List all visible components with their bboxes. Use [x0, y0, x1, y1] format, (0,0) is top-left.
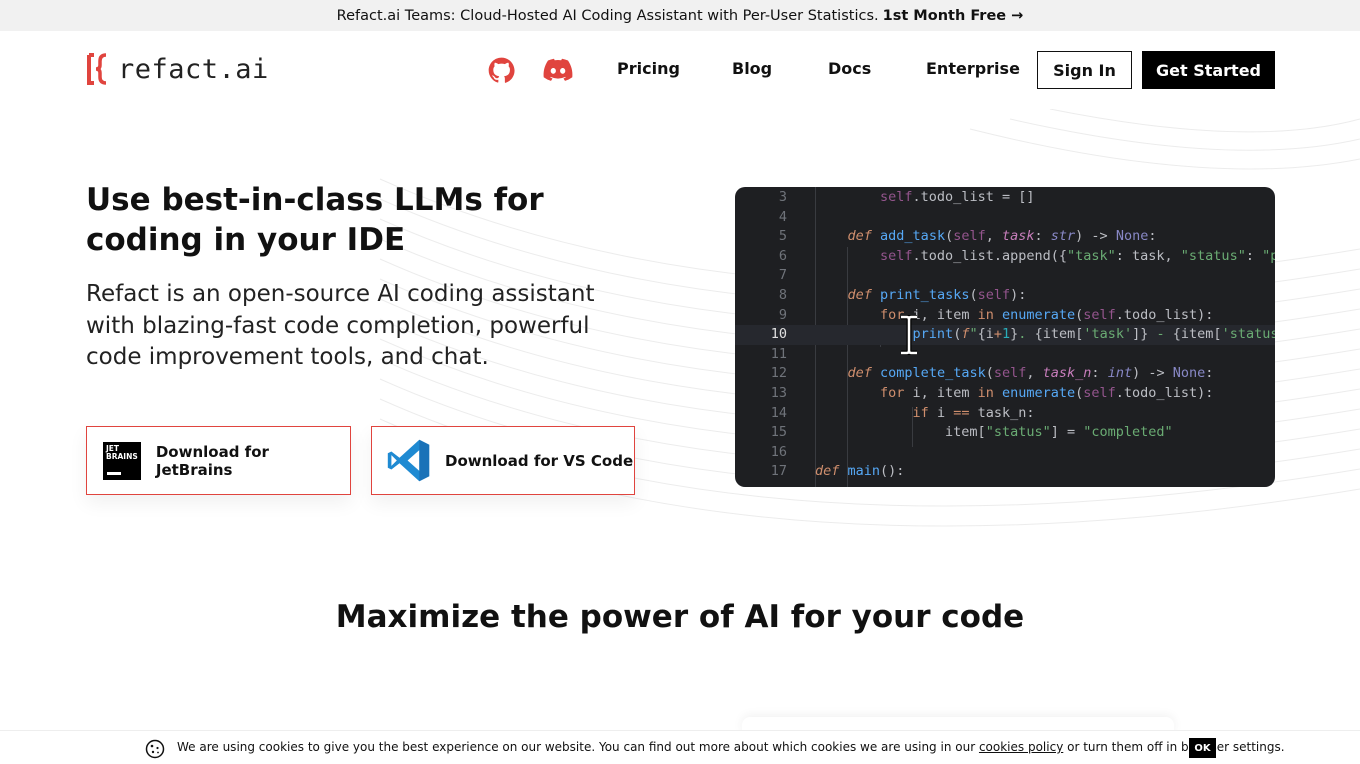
promo-banner-text: Refact.ai Teams: Cloud-Hosted AI Coding …	[336, 7, 879, 24]
code-line: 12 def complete_task(self, task_n: int) …	[770, 365, 1214, 382]
code-line: 8 def print_tasks(self):	[778, 287, 1027, 303]
cookie-icon	[145, 739, 165, 759]
cookie-bar: We are using cookies to give you the bes…	[0, 730, 1360, 764]
cookie-text-before: We are using cookies to give you the bes…	[177, 740, 976, 754]
code-line: 4	[778, 208, 787, 225]
refact-logo-icon	[86, 53, 110, 85]
github-icon[interactable]	[488, 57, 518, 83]
nav-pricing[interactable]: Pricing	[617, 59, 680, 78]
get-started-button[interactable]: Get Started	[1142, 51, 1275, 89]
code-line: 9 for i, item in enumerate(self.todo_lis…	[778, 306, 1214, 323]
promo-banner[interactable]: Refact.ai Teams: Cloud-Hosted AI Coding …	[0, 0, 1360, 31]
code-line-current: 10 print(f"{i+1}. {item['task']} - {item…	[735, 325, 1275, 345]
code-line: 14 if i == task_n:	[770, 404, 1035, 421]
code-line: 15 item["status"] = "completed"	[770, 424, 1173, 441]
text-cursor-icon	[898, 314, 920, 359]
logo[interactable]: refact.ai	[86, 53, 269, 85]
jetbrains-logo-underline	[107, 472, 121, 475]
code-line: 5 def add_task(self, task: str) -> None:	[778, 228, 1157, 245]
code-line: 7	[778, 267, 787, 284]
sign-in-button[interactable]: Sign In	[1037, 51, 1132, 89]
code-line: 13 for i, item in enumerate(self.todo_li…	[770, 385, 1214, 401]
cookie-text-after: or turn them off in browser settings.	[1067, 740, 1285, 754]
vscode-logo-icon	[386, 438, 431, 483]
cookies-policy-link[interactable]: cookies policy	[979, 740, 1063, 754]
code-editor-demo: 3 self.todo_list = [] 4 5 def add_task(s…	[735, 187, 1275, 487]
site-header: refact.ai Pricing Blog Docs Enterprise S…	[0, 31, 1360, 109]
download-vscode-label: Download for VS Code	[445, 451, 634, 470]
download-jetbrains-label: Download for JetBrains	[155, 442, 269, 479]
code-line: 17 def main():	[770, 463, 905, 480]
download-jetbrains-button[interactable]: JET BRAINS Download for JetBrains	[86, 426, 351, 495]
hero-title: Use best-in-class LLMs for coding in you…	[86, 182, 544, 258]
logo-text: refact.ai	[118, 53, 269, 85]
nav-blog[interactable]: Blog	[732, 59, 772, 78]
promo-banner-cta[interactable]: 1st Month Free →	[883, 8, 1024, 24]
code-line: 3 self.todo_list = []	[778, 189, 1035, 205]
section-title: Maximize the power of AI for your code	[335, 599, 1025, 635]
nav-docs[interactable]: Docs	[828, 59, 871, 78]
hero-subtitle: Refact is an open-source AI coding assis…	[86, 281, 595, 370]
code-line: 16	[770, 443, 787, 460]
download-vscode-button[interactable]: Download for VS Code	[371, 426, 635, 495]
code-line: 6 self.todo_list.append({"task": task, "…	[778, 247, 1275, 264]
jetbrains-logo-text: JET BRAINS	[106, 443, 138, 461]
jetbrains-logo-icon: JET BRAINS	[103, 441, 141, 480]
cookie-text: We are using cookies to give you the bes…	[177, 740, 1285, 754]
discord-icon[interactable]	[543, 57, 573, 83]
cookie-ok-button[interactable]: OK	[1189, 738, 1216, 758]
code-line: 11	[770, 345, 787, 362]
nav-enterprise[interactable]: Enterprise	[926, 59, 1020, 78]
